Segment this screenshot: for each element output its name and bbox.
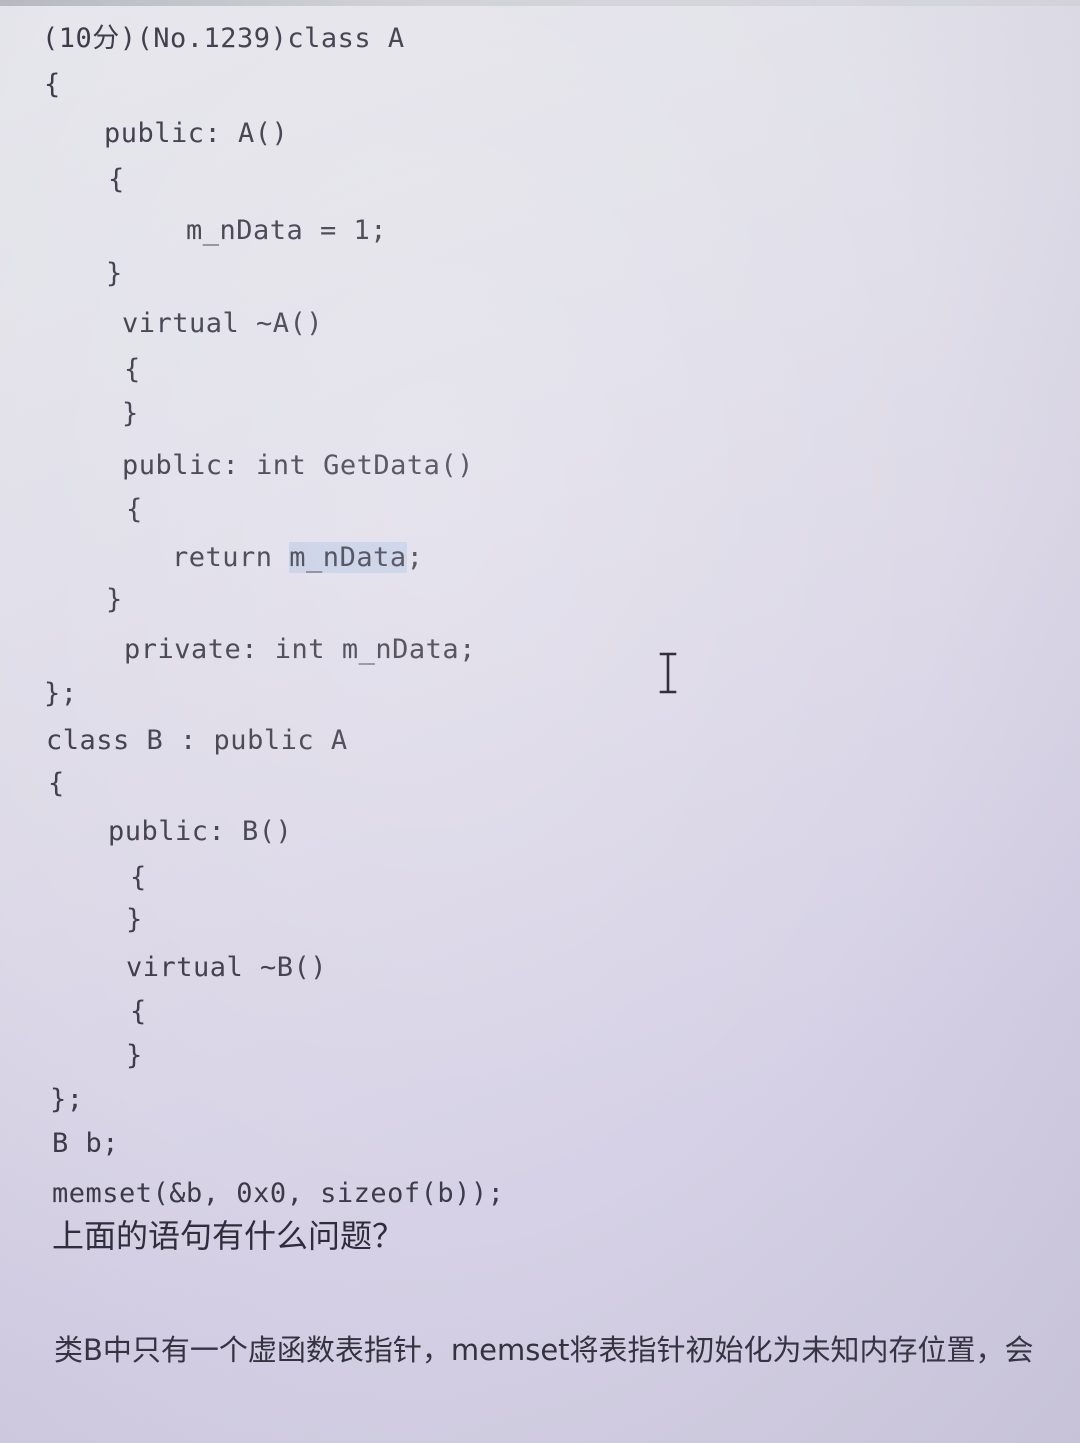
code-line-class-end: }; xyxy=(50,1084,84,1115)
code-line-open-brace: { xyxy=(126,494,143,525)
code-line-open-brace: { xyxy=(108,164,125,195)
code-line-virtual-destructor-b: virtual ~B() xyxy=(126,952,328,983)
question-text: 上面的语句有什么问题？ xyxy=(52,1217,405,1255)
code-line-constructor-b: public: B() xyxy=(108,816,293,847)
i-beam-text-cursor-icon xyxy=(659,652,677,694)
code-line-close-brace: } xyxy=(126,1040,143,1071)
code-line-open-brace: { xyxy=(130,996,147,1027)
code-line-class-end: }; xyxy=(44,678,78,709)
code-line-close-brace: } xyxy=(122,398,139,429)
code-line-close-brace: } xyxy=(106,584,123,615)
return-keyword: return xyxy=(172,542,290,573)
code-line-private-member: private: int m_nData; xyxy=(124,634,476,665)
code-line-close-brace: } xyxy=(126,904,143,935)
code-line-open-brace: { xyxy=(124,354,141,385)
selected-text-m-ndata[interactable]: m_nData xyxy=(289,542,407,573)
document-body: (10分)(No.1239)class A { public: A() { m_… xyxy=(0,0,1080,1443)
code-line-open-brace: { xyxy=(130,862,147,893)
code-line-close-brace: } xyxy=(106,258,123,289)
semicolon: ; xyxy=(406,542,424,573)
answer-text: 类B中只有一个虚函数表指针，memset将表指针初始化为未知内存位置，会 xyxy=(54,1333,1034,1367)
code-line-open-brace: { xyxy=(44,69,61,100)
code-line-constructor-a: public: A() xyxy=(104,118,289,149)
code-line-declare-b: B b; xyxy=(52,1128,120,1159)
code-line-class-a-header: (10分)(No.1239)class A xyxy=(42,23,405,54)
code-line-virtual-destructor-a: virtual ~A() xyxy=(122,308,324,339)
code-line-getdata-signature: public: int GetData() xyxy=(122,450,474,481)
code-line-return-statement: return m_nData; xyxy=(172,541,423,575)
code-line-open-brace: { xyxy=(48,768,65,799)
code-line-class-b-header: class B : public A xyxy=(46,725,348,756)
code-line-assign-m-ndata: m_nData = 1; xyxy=(186,215,388,246)
code-line-memset-call: memset(&b, 0x0, sizeof(b)); xyxy=(52,1178,505,1209)
